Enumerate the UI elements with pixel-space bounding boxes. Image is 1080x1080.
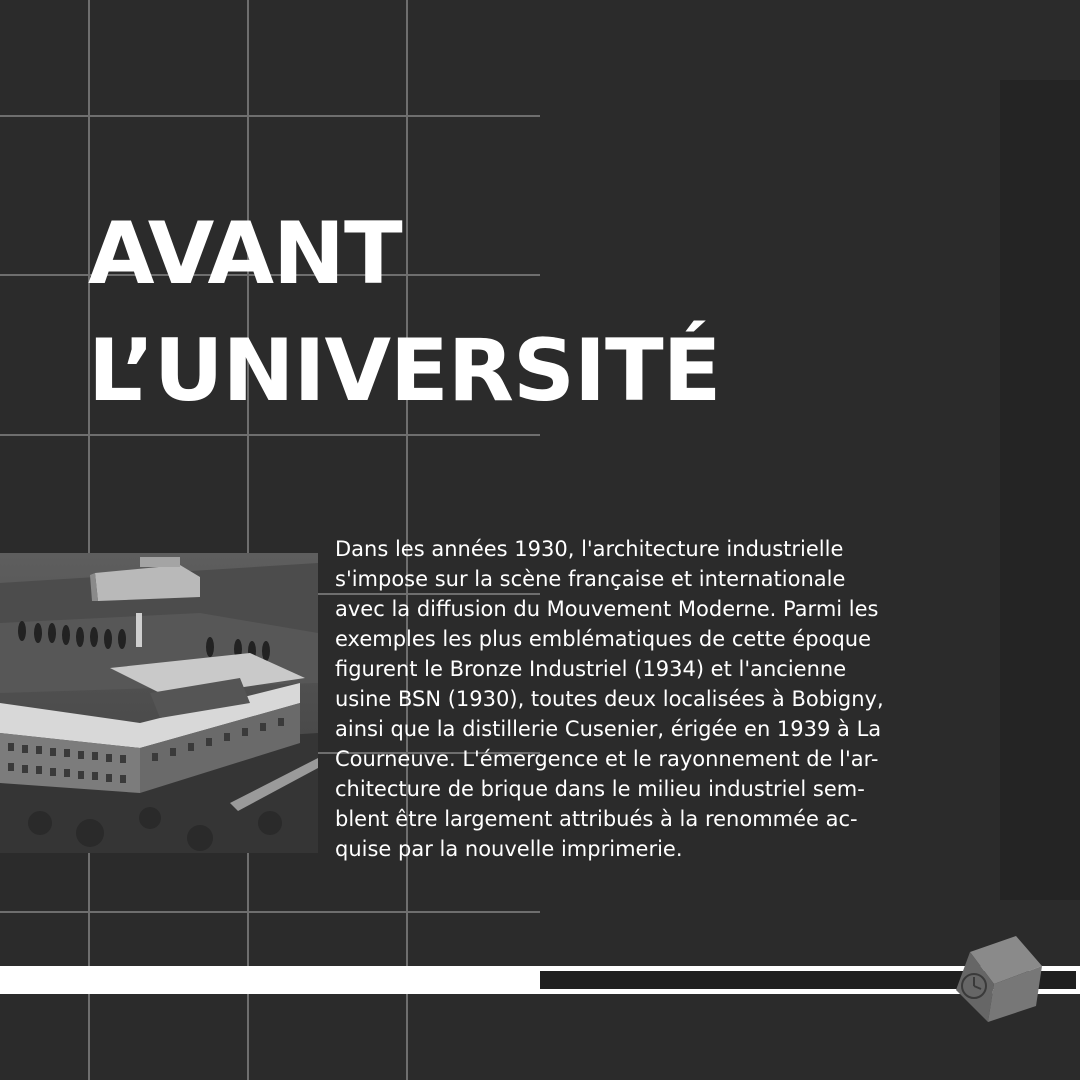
title-line: AVANT bbox=[88, 204, 403, 304]
title-line: L’UNIVERSITÉ bbox=[88, 321, 721, 421]
grid-hline bbox=[0, 434, 540, 436]
page-title: AVANT L’UNIVERSITÉ bbox=[88, 196, 721, 430]
body-line: chitecture de brique dans le milieu indu… bbox=[335, 777, 865, 801]
grid-hline bbox=[0, 115, 540, 117]
aerial-view-industrial-building-photo bbox=[0, 553, 318, 853]
body-line: avec la diffusion du Mouvement Moderne. … bbox=[335, 597, 879, 621]
body-line: usine BSN (1930), toutes deux localisées… bbox=[335, 687, 884, 711]
body-text: Dans les années 1930, l'architecture ind… bbox=[335, 534, 985, 864]
body-line: ainsi que la distillerie Cusenier, érigé… bbox=[335, 717, 882, 741]
body-line: figurent le Bronze Industriel (1934) et … bbox=[335, 657, 847, 681]
body-line: blent être largement attribués à la reno… bbox=[335, 807, 858, 831]
grid-vline bbox=[88, 0, 90, 1080]
body-line: s'impose sur la scène française et inter… bbox=[335, 567, 846, 591]
body-line: Courneuve. L'émergence et le rayonnement… bbox=[335, 747, 879, 771]
body-line: quise par la nouvelle imprimerie. bbox=[335, 837, 683, 861]
cube-clock-logo-icon bbox=[950, 932, 1050, 1026]
grid-vline bbox=[247, 0, 249, 1080]
slide: AVANT L’UNIVERSITÉ Dans les années 1930,… bbox=[0, 0, 1080, 1080]
body-line: Dans les années 1930, l'architecture ind… bbox=[335, 537, 844, 561]
grid-hline bbox=[0, 911, 540, 913]
side-panel bbox=[1000, 80, 1080, 900]
body-line: exemples les plus emblématiques de cette… bbox=[335, 627, 872, 651]
